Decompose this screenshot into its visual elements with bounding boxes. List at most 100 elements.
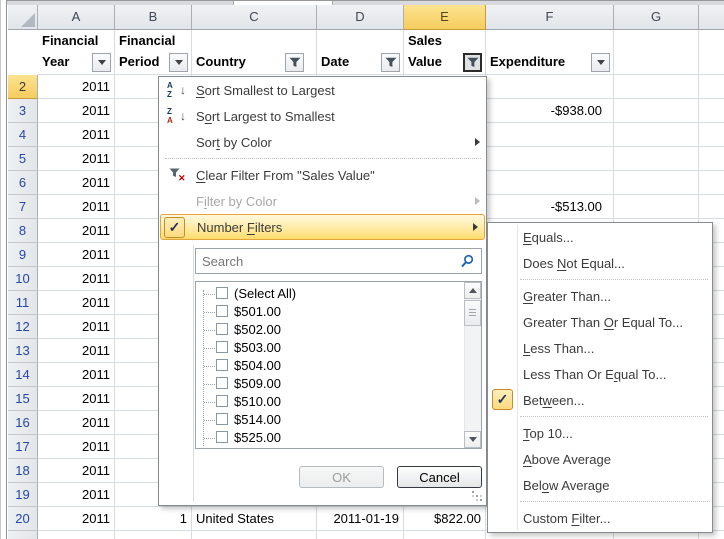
header-cell-G[interactable]: [614, 30, 699, 75]
cell-A2[interactable]: 2011: [38, 75, 115, 99]
row-header-7[interactable]: 7: [8, 195, 38, 219]
search-input[interactable]: [195, 248, 482, 274]
cancel-button[interactable]: Cancel: [397, 466, 482, 488]
cell-A16[interactable]: 2011: [38, 411, 115, 435]
menu-item-clear-filter-from-sales-value[interactable]: ✕Clear Filter From "Sales Value": [159, 162, 486, 188]
cell-G7[interactable]: [614, 195, 699, 219]
filter-value-525-00[interactable]: $525.00: [196, 429, 464, 447]
row-header-12[interactable]: 12: [8, 315, 38, 339]
cell-A7[interactable]: 2011: [38, 195, 115, 219]
cell-G4[interactable]: [614, 123, 699, 147]
select-all-corner[interactable]: [8, 5, 38, 30]
checkbox[interactable]: [216, 431, 228, 443]
scrollbar-thumb[interactable]: [464, 300, 481, 326]
cell-F2[interactable]: [486, 75, 614, 99]
cell-A17[interactable]: 2011: [38, 435, 115, 459]
cell-H3[interactable]: [699, 99, 724, 123]
menu-item-sort-largest-to-smallest[interactable]: ZA↓Sort Largest to Smallest: [159, 103, 486, 129]
cell-A20[interactable]: 2011: [38, 507, 115, 531]
cell-A15[interactable]: 2011: [38, 387, 115, 411]
cell-Cpartial[interactable]: [192, 531, 317, 539]
row-header-8[interactable]: 8: [8, 219, 38, 243]
cell-F5[interactable]: [486, 147, 614, 171]
filter-funnel-button-D[interactable]: [381, 53, 400, 72]
cell-G3[interactable]: [614, 99, 699, 123]
header-cell-H[interactable]: [699, 30, 724, 75]
filter-value-514-00[interactable]: $514.00: [196, 411, 464, 429]
row-header-3[interactable]: 3: [8, 99, 38, 123]
row-header-19[interactable]: 19: [8, 483, 38, 507]
column-header-B[interactable]: B: [115, 5, 192, 30]
filter-value-510-00[interactable]: $510.00: [196, 393, 464, 411]
row-header-6[interactable]: 6: [8, 171, 38, 195]
checkbox[interactable]: [216, 323, 228, 335]
header-cell-B[interactable]: FinancialPeriod: [115, 30, 192, 75]
cell-D20[interactable]: 2011-01-19: [317, 507, 404, 531]
cell-A19[interactable]: 2011: [38, 483, 115, 507]
cell-A5[interactable]: 2011: [38, 147, 115, 171]
cell-A10[interactable]: 2011: [38, 267, 115, 291]
cell-G2[interactable]: [614, 75, 699, 99]
cell-F6[interactable]: [486, 171, 614, 195]
cell-Apartial[interactable]: [38, 531, 115, 539]
column-header-E[interactable]: E: [404, 5, 486, 30]
filter-value-502-00[interactable]: $502.00: [196, 321, 464, 339]
filter-dropdown-button-A[interactable]: [92, 53, 111, 72]
checkbox[interactable]: [216, 287, 228, 299]
checkbox[interactable]: [216, 341, 228, 353]
row-header-20[interactable]: 20: [8, 507, 38, 531]
cell-F4[interactable]: [486, 123, 614, 147]
row-header-5[interactable]: 5: [8, 147, 38, 171]
submenu-item-between[interactable]: ✓Between...: [488, 387, 712, 413]
column-header-F[interactable]: F: [486, 5, 614, 30]
submenu-item-below-average[interactable]: Below Average: [488, 472, 712, 498]
checkbox[interactable]: [216, 359, 228, 371]
filter-funnel-button-C[interactable]: [285, 53, 304, 72]
checkbox[interactable]: [216, 395, 228, 407]
row-header-17[interactable]: 17: [8, 435, 38, 459]
row-header-14[interactable]: 14: [8, 363, 38, 387]
cell-H2[interactable]: [699, 75, 724, 99]
filter-value-503-00[interactable]: $503.00: [196, 339, 464, 357]
cell-H7[interactable]: [699, 195, 724, 219]
column-header-G[interactable]: G: [614, 5, 699, 30]
filter-value-501-00[interactable]: $501.00: [196, 303, 464, 321]
submenu-item-custom-filter[interactable]: Custom Filter...: [488, 505, 712, 531]
cell-Epartial[interactable]: [404, 531, 486, 539]
row-header-13[interactable]: 13: [8, 339, 38, 363]
header-cell-F[interactable]: Expenditure: [486, 30, 614, 75]
cell-C20[interactable]: United States: [192, 507, 317, 531]
cell-A14[interactable]: 2011: [38, 363, 115, 387]
row-header-10[interactable]: 10: [8, 267, 38, 291]
header-cell-C[interactable]: Country: [192, 30, 317, 75]
cell-E20[interactable]: $822.00: [404, 507, 486, 531]
cell-A18[interactable]: 2011: [38, 459, 115, 483]
checkbox[interactable]: [216, 413, 228, 425]
scroll-up-button[interactable]: [464, 282, 481, 299]
row-header-partial[interactable]: [8, 531, 38, 539]
cell-A3[interactable]: 2011: [38, 99, 115, 123]
submenu-item-less-than-or-equal-to[interactable]: Less Than Or Equal To...: [488, 361, 712, 387]
filter-value-select-all[interactable]: (Select All): [196, 285, 464, 303]
cell-G6[interactable]: [614, 171, 699, 195]
column-header-C[interactable]: C: [192, 5, 317, 30]
checkbox[interactable]: [216, 305, 228, 317]
cell-Bpartial[interactable]: [115, 531, 192, 539]
filter-funnel-button-E[interactable]: [463, 53, 482, 72]
value-list-scrollbar[interactable]: [464, 282, 481, 448]
cell-G5[interactable]: [614, 147, 699, 171]
submenu-item-less-than[interactable]: Less Than...: [488, 335, 712, 361]
filter-dropdown-button-F[interactable]: [591, 53, 610, 72]
resize-grip[interactable]: [471, 490, 483, 502]
filter-value-504-00[interactable]: $504.00: [196, 357, 464, 375]
row-header-11[interactable]: 11: [8, 291, 38, 315]
column-header-partial[interactable]: [699, 5, 724, 30]
checkbox[interactable]: [216, 377, 228, 389]
cell-A4[interactable]: 2011: [38, 123, 115, 147]
submenu-item-above-average[interactable]: Above Average: [488, 446, 712, 472]
cell-A13[interactable]: 2011: [38, 339, 115, 363]
row-header-16[interactable]: 16: [8, 411, 38, 435]
column-header-A[interactable]: A: [38, 5, 115, 30]
cell-A6[interactable]: 2011: [38, 171, 115, 195]
cell-A11[interactable]: 2011: [38, 291, 115, 315]
